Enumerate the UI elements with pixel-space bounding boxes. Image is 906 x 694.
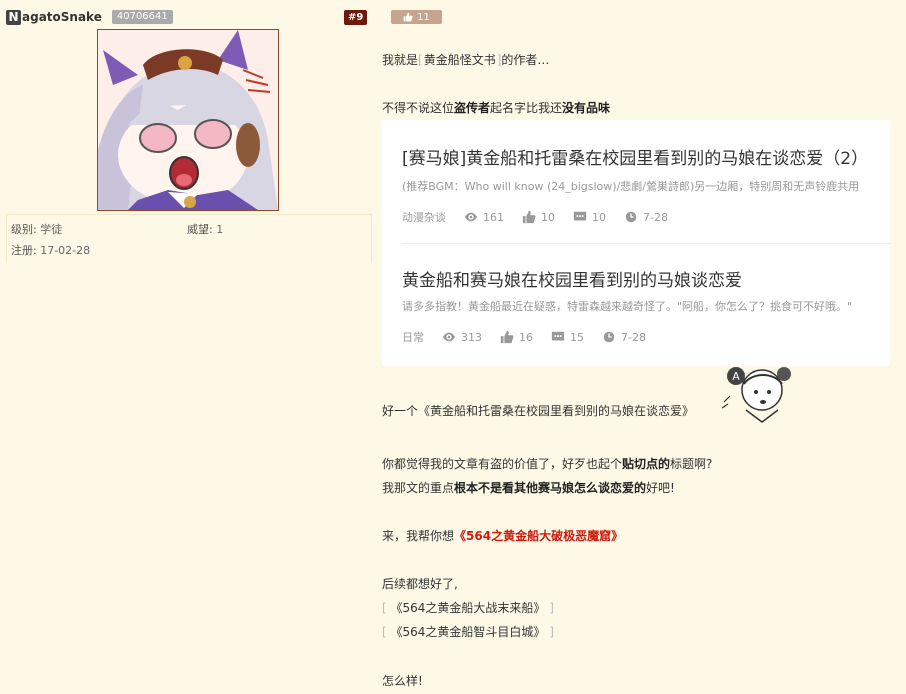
post-line-8[interactable]: [ 《564之黄金船大战末来船》 ] xyxy=(382,599,554,616)
post-line-9[interactable]: [ 《564之黄金船智斗目白城》 ] xyxy=(382,623,554,640)
comment-count: 10 xyxy=(573,210,606,224)
line2-b: 盗传者 xyxy=(454,101,491,115)
comment-count-value: 15 xyxy=(570,330,584,344)
title-link-2[interactable]: 《564之黄金船智斗目白城》 xyxy=(391,625,546,639)
article-meta: 日常 313 16 15 7-28 xyxy=(402,329,890,345)
post-line-7: 后续都想好了, xyxy=(382,577,458,591)
link-bracket-close: ] xyxy=(549,601,554,615)
thumb-up-icon xyxy=(403,12,413,22)
view-count: 161 xyxy=(464,210,504,224)
avatar-image xyxy=(98,30,278,210)
line6-highlight: 《564之黄金船大破极恶魔窟》 xyxy=(454,529,624,543)
stat-prestige-label: 威望: xyxy=(187,223,213,236)
username-text[interactable]: agatoSnake xyxy=(22,10,102,24)
comment-count-value: 10 xyxy=(592,210,606,224)
line2-d: 没有品味 xyxy=(562,101,611,115)
link-bracket-close: ] xyxy=(549,625,554,639)
line1-suffix: 的作者… xyxy=(501,53,550,67)
like-count-value: 16 xyxy=(519,330,533,344)
post-date: 7-28 xyxy=(602,330,646,344)
stat-register: 注册: 17-02-28 xyxy=(11,242,90,258)
line1-prefix: 我就是 xyxy=(382,53,419,67)
eye-icon xyxy=(442,332,456,342)
post-line-4: 你都觉得我的文章有盗的价值了，好歹也起个贴切点的标题啊? xyxy=(382,455,712,472)
avatar[interactable] xyxy=(97,29,279,211)
view-count-value: 161 xyxy=(483,210,504,224)
like-count: 16 xyxy=(500,330,533,344)
article-item-1[interactable]: [赛马娘]黄金船和托雷桑在校园里看到别的马娘在谈恋爱（2） (推荐BGM：Who… xyxy=(402,144,890,225)
article-title[interactable]: 黄金船和赛马娘在校园里看到别的马娘谈恋爱 xyxy=(402,266,890,291)
stat-level: 级别: 学徒 xyxy=(11,221,62,237)
like-count: 11 xyxy=(417,11,430,23)
line4-b: 贴切点的 xyxy=(622,457,671,471)
like-count: 10 xyxy=(522,210,555,224)
post-line-3: 好一个《黄金船和托雷桑在校园里看到别的马娘在谈恋爱》 xyxy=(382,404,695,418)
like-count-value: 10 xyxy=(541,210,555,224)
link-bracket-open: [ xyxy=(382,625,387,639)
uid-badge: 40706641 xyxy=(111,10,173,24)
link-bracket-open: [ xyxy=(418,53,423,67)
clock-icon xyxy=(603,331,615,343)
user-stats: 级别: 学徒 威望: 1 注册: 17-02-28 xyxy=(6,214,372,263)
thumb-up-icon xyxy=(500,330,514,344)
article-title[interactable]: [赛马娘]黄金船和托雷桑在校园里看到别的马娘在谈恋爱（2） xyxy=(402,144,890,169)
stat-level-label: 级别: xyxy=(11,223,37,236)
post-line-6: 来，我帮你想《564之黄金船大破极恶魔窟》 xyxy=(382,527,623,544)
view-count-value: 313 xyxy=(461,330,482,344)
post-line-10: 怎么样! xyxy=(382,674,423,688)
sticker-image: A xyxy=(722,367,791,423)
username-initial: N xyxy=(6,9,21,25)
username[interactable]: N agatoSnake 40706641 xyxy=(6,9,173,25)
article-meta: 动漫杂谈 161 10 10 7-28 xyxy=(402,209,890,225)
stat-register-label: 注册: xyxy=(11,244,37,257)
line4-a: 你都觉得我的文章有盗的价值了，好歹也起个 xyxy=(382,457,623,471)
post-date-value: 7-28 xyxy=(643,210,668,224)
article-desc: (推荐BGM：Who will know (24_bigslow)/悲劇/鶯巣詩… xyxy=(402,180,860,193)
post-date-value: 7-28 xyxy=(621,330,646,344)
view-count: 313 xyxy=(442,330,482,344)
post-line-2: 不得不说这位盗传者起名字比我还没有品味 xyxy=(382,99,610,116)
line2-a: 不得不说这位 xyxy=(382,101,455,115)
title-link-1[interactable]: 《564之黄金船大战末来船》 xyxy=(391,601,546,615)
card-divider xyxy=(402,243,890,244)
stat-prestige: 威望: 1 xyxy=(187,221,223,237)
comment-count: 15 xyxy=(551,330,584,344)
line5-b: 根本不是看其他赛马娘怎么谈恋爱的 xyxy=(454,481,647,495)
floor-badge[interactable]: #9 xyxy=(344,10,368,25)
quoted-articles-card: [赛马娘]黄金船和托雷桑在校园里看到别的马娘在谈恋爱（2） (推荐BGM：Who… xyxy=(382,120,890,366)
article-desc: 请多多指教！黄金船最近在疑惑，特雷森越来越奇怪了。"阿船，你怎么了？挑食可不好哦… xyxy=(402,300,853,313)
clock-icon xyxy=(625,211,637,223)
comment-icon xyxy=(573,211,587,221)
comment-icon xyxy=(551,331,565,341)
line5-c: 好吧! xyxy=(646,481,675,495)
stat-prestige-value: 1 xyxy=(216,223,224,236)
svg-text:A: A xyxy=(732,370,740,383)
post-line-1: 我就是[黄金船怪文书]的作者… xyxy=(382,51,549,68)
article-category[interactable]: 动漫杂谈 xyxy=(402,209,446,225)
eye-icon xyxy=(464,212,478,222)
line5-a: 我那文的重点 xyxy=(382,481,455,495)
link-bracket-open: [ xyxy=(382,601,387,615)
like-button[interactable]: 11 xyxy=(391,10,442,24)
post-date: 7-28 xyxy=(624,210,668,224)
stat-level-value: 学徒 xyxy=(40,223,63,236)
line4-c: 标题啊? xyxy=(670,457,713,471)
article-item-2[interactable]: 黄金船和赛马娘在校园里看到别的马娘谈恋爱 请多多指教！黄金船最近在疑惑，特雷森越… xyxy=(402,266,890,345)
thumb-up-icon xyxy=(522,210,536,224)
line2-c: 起名字比我还 xyxy=(490,101,563,115)
post-link-title[interactable]: 黄金船怪文书 xyxy=(423,52,497,68)
line6-a: 来，我帮你想 xyxy=(382,529,455,543)
stat-register-value: 17-02-28 xyxy=(40,244,91,257)
post-line-5: 我那文的重点根本不是看其他赛马娘怎么谈恋爱的好吧! xyxy=(382,479,675,496)
article-category[interactable]: 日常 xyxy=(402,329,424,345)
